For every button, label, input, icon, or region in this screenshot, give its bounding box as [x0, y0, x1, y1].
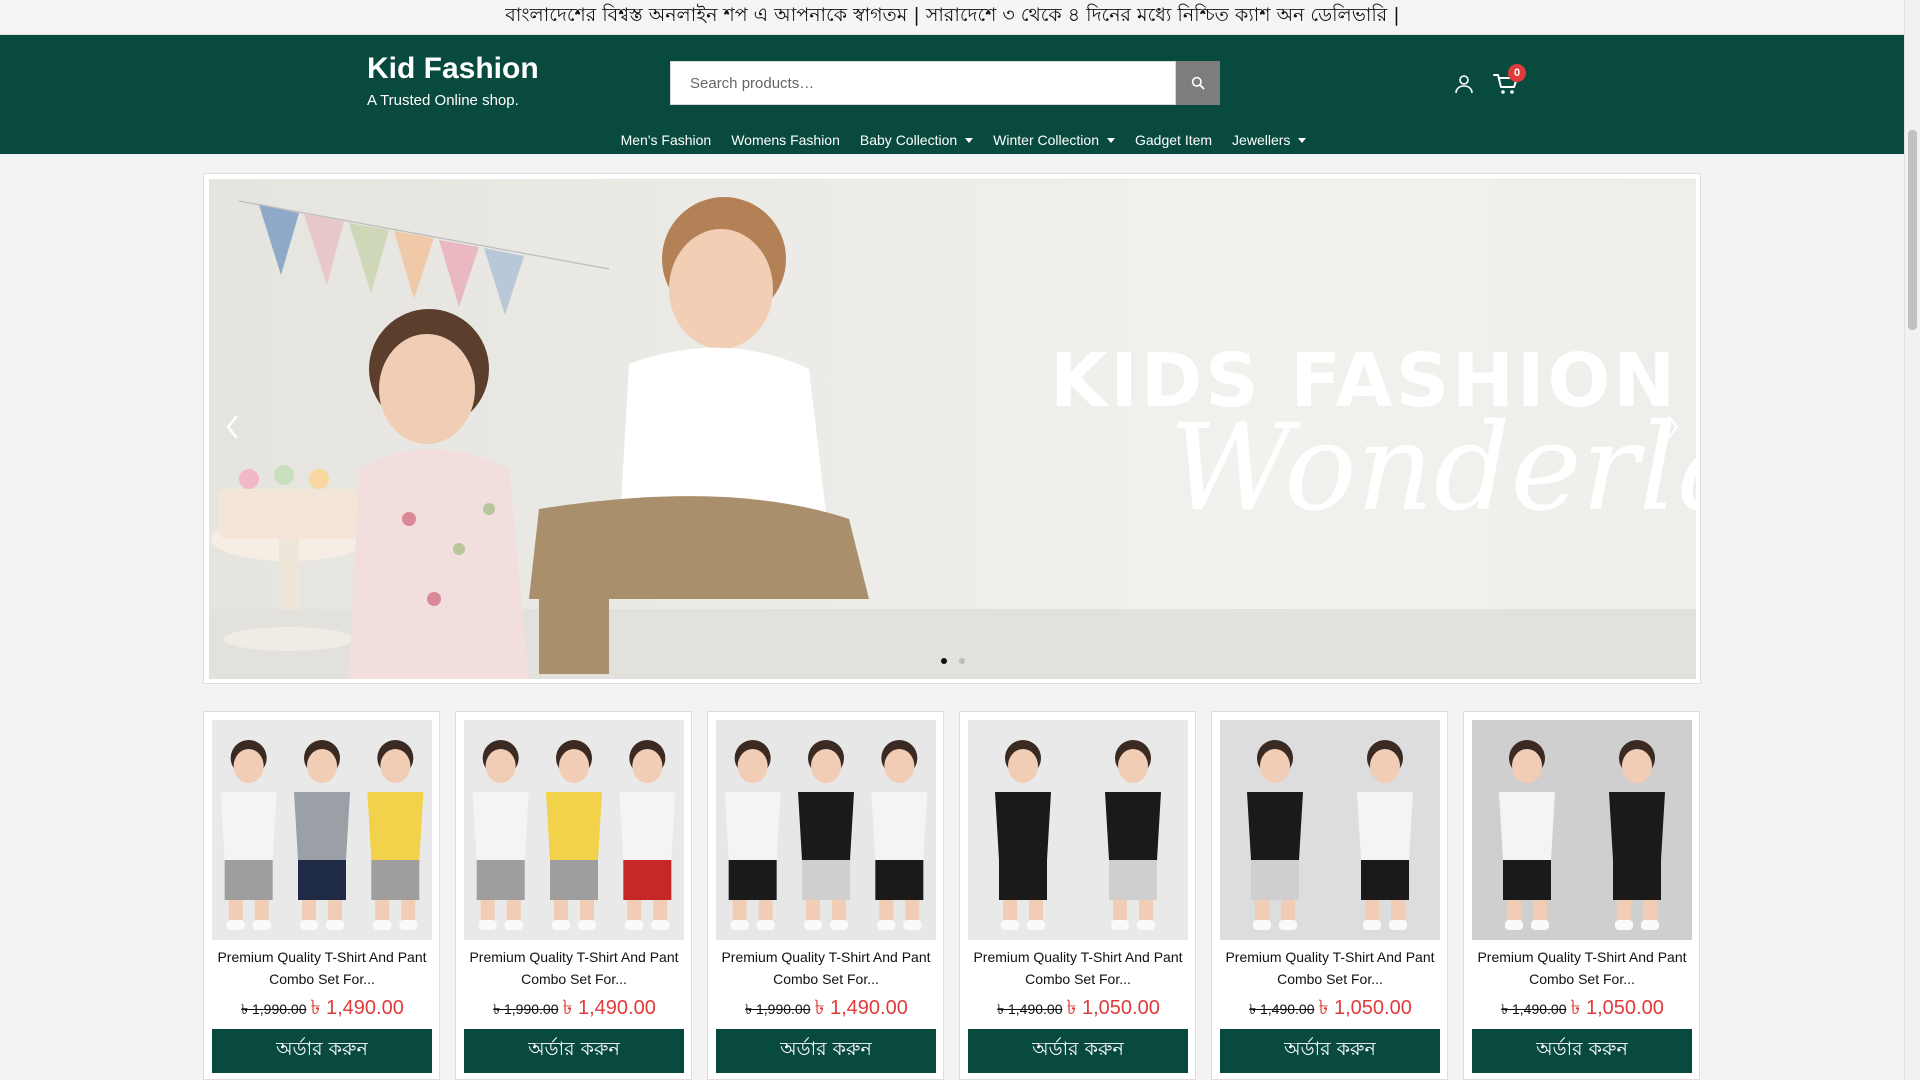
- product-title[interactable]: Premium Quality T-Shirt And Pant Combo S…: [964, 946, 1192, 990]
- site-title[interactable]: Kid Fashion: [367, 52, 539, 86]
- product-prices: ৳ 1,490.00 ৳ 1,050.00: [1212, 993, 1449, 1026]
- product-prices: ৳ 1,990.00 ৳ 1,490.00: [204, 993, 441, 1026]
- product-price: ৳ 1,490.00: [310, 997, 404, 1019]
- product-old-price: ৳ 1,490.00: [1249, 1001, 1315, 1017]
- product-card[interactable]: Premium Quality T-Shirt And Pant Combo S…: [707, 711, 944, 1080]
- site-header: Kid Fashion A Trusted Online shop. 0 Men…: [0, 35, 1905, 154]
- nav-item-label: Winter Collection: [993, 132, 1099, 148]
- order-button[interactable]: অর্ডার করুন: [716, 1029, 936, 1073]
- nav-item-label: Jewellers: [1232, 132, 1291, 148]
- product-thumbnail[interactable]: [464, 720, 684, 940]
- order-button[interactable]: অর্ডার করুন: [968, 1029, 1188, 1073]
- order-button[interactable]: অর্ডার করুন: [212, 1029, 432, 1073]
- cart-count-badge: 0: [1508, 64, 1526, 82]
- product-price: ৳ 1,050.00: [1066, 997, 1160, 1019]
- product-image: [212, 720, 432, 940]
- product-image: [1472, 720, 1692, 940]
- slider-dot[interactable]: [959, 658, 965, 664]
- search-input[interactable]: [671, 62, 1176, 104]
- product-card[interactable]: Premium Quality T-Shirt And Pant Combo S…: [1211, 711, 1448, 1080]
- product-old-price: ৳ 1,490.00: [1501, 1001, 1567, 1017]
- caret-down-icon: [1298, 137, 1307, 143]
- product-card[interactable]: Premium Quality T-Shirt And Pant Combo S…: [959, 711, 1196, 1080]
- product-prices: ৳ 1,490.00 ৳ 1,050.00: [960, 993, 1197, 1026]
- product-prices: ৳ 1,490.00 ৳ 1,050.00: [1464, 993, 1701, 1026]
- slider-dot[interactable]: [941, 658, 947, 664]
- product-price: ৳ 1,050.00: [1570, 997, 1664, 1019]
- product-card[interactable]: Premium Quality T-Shirt And Pant Combo S…: [1463, 711, 1700, 1080]
- account-button[interactable]: [1452, 72, 1476, 96]
- chevron-right-icon: [1667, 415, 1679, 439]
- product-old-price: ৳ 1,990.00: [493, 1001, 559, 1017]
- product-price: ৳ 1,490.00: [814, 997, 908, 1019]
- nav-item-men-s-fashion[interactable]: Men's Fashion: [621, 132, 712, 148]
- page-scrollbar[interactable]: [1904, 0, 1920, 1080]
- order-button[interactable]: অর্ডার করুন: [1220, 1029, 1440, 1073]
- search-box: [670, 61, 1176, 105]
- user-icon: [1455, 75, 1473, 94]
- slider-prev-button[interactable]: [222, 412, 242, 442]
- product-old-price: ৳ 1,990.00: [745, 1001, 811, 1017]
- order-button[interactable]: অর্ডার করুন: [464, 1029, 684, 1073]
- product-prices: ৳ 1,990.00 ৳ 1,490.00: [708, 993, 945, 1026]
- product-thumbnail[interactable]: [1220, 720, 1440, 940]
- product-thumbnail[interactable]: [968, 720, 1188, 940]
- product-prices: ৳ 1,990.00 ৳ 1,490.00: [456, 993, 693, 1026]
- product-grid: Premium Quality T-Shirt And Pant Combo S…: [203, 711, 1701, 1080]
- nav-item-winter-collection[interactable]: Winter Collection: [993, 132, 1115, 148]
- nav-item-label: Womens Fashion: [731, 132, 840, 148]
- product-title[interactable]: Premium Quality T-Shirt And Pant Combo S…: [712, 946, 940, 990]
- order-button[interactable]: অর্ডার করুন: [1472, 1029, 1692, 1073]
- caret-down-icon: [965, 137, 974, 143]
- product-image: [968, 720, 1188, 940]
- product-thumbnail[interactable]: [716, 720, 936, 940]
- product-title[interactable]: Premium Quality T-Shirt And Pant Combo S…: [1216, 946, 1444, 990]
- caret-down-icon: [1107, 137, 1115, 143]
- product-title[interactable]: Premium Quality T-Shirt And Pant Combo S…: [208, 946, 436, 990]
- nav-item-womens-fashion[interactable]: Womens Fashion: [731, 132, 840, 148]
- chevron-left-icon: [226, 415, 238, 439]
- product-image: [716, 720, 936, 940]
- search-button[interactable]: [1176, 61, 1220, 105]
- hero-slider: KIDS FASHION Wonderland: [203, 173, 1701, 684]
- nav-item-label: Men's Fashion: [620, 132, 712, 148]
- nav-item-label: Baby Collection: [859, 132, 958, 148]
- nav-item-baby-collection[interactable]: Baby Collection: [859, 132, 974, 148]
- announcement-text: বাংলাদেশের বিশ্বস্ত অনলাইন শপ এ আপনাকে স…: [505, 4, 1400, 26]
- hero-script-text: Wonderland: [1169, 399, 1696, 538]
- product-image: [464, 720, 684, 940]
- product-old-price: ৳ 1,490.00: [997, 1001, 1063, 1017]
- product-image: [1220, 720, 1440, 940]
- search-icon: [1191, 76, 1205, 90]
- nav-item-label: Gadget Item: [1135, 132, 1213, 148]
- product-old-price: ৳ 1,990.00: [241, 1001, 307, 1017]
- product-thumbnail[interactable]: [1472, 720, 1692, 940]
- announcement-bar: বাংলাদেশের বিশ্বস্ত অনলাইন শপ এ আপনাকে স…: [0, 0, 1905, 35]
- main-nav: Men's Fashion Womens Fashion Baby Collecti…: [0, 126, 1905, 154]
- product-price: ৳ 1,490.00: [562, 997, 656, 1019]
- product-card[interactable]: Premium Quality T-Shirt And Pant Combo S…: [203, 711, 440, 1080]
- product-thumbnail[interactable]: [212, 720, 432, 940]
- hero-slide: KIDS FASHION Wonderland: [209, 179, 1696, 679]
- nav-item-gadget-item[interactable]: Gadget Item: [1135, 132, 1212, 148]
- scrollbar-thumb[interactable]: [1908, 130, 1917, 330]
- product-price: ৳ 1,050.00: [1318, 997, 1412, 1019]
- product-title[interactable]: Premium Quality T-Shirt And Pant Combo S…: [460, 946, 688, 990]
- product-card[interactable]: Premium Quality T-Shirt And Pant Combo S…: [455, 711, 692, 1080]
- product-title[interactable]: Premium Quality T-Shirt And Pant Combo S…: [1468, 946, 1696, 990]
- slider-next-button[interactable]: [1663, 412, 1683, 442]
- nav-item-jewellers[interactable]: Jewellers: [1232, 132, 1307, 148]
- site-tagline: A Trusted Online shop.: [367, 92, 519, 109]
